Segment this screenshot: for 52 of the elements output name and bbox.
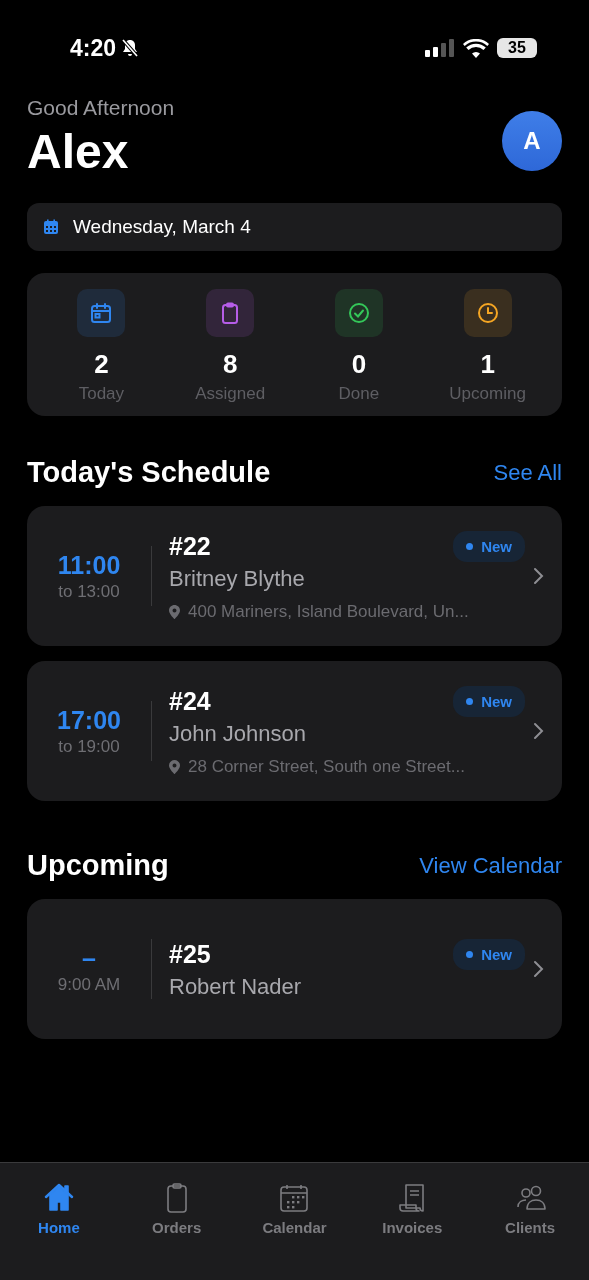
end-time: to 13:00 <box>58 581 120 602</box>
address-text: 400 Mariners, Island Boulevard, Un... <box>188 601 469 622</box>
end-time: to 19:00 <box>58 736 120 757</box>
start-time: – <box>82 943 96 973</box>
tab-item[interactable]: Home <box>0 1163 118 1280</box>
stat-label: Done <box>338 384 380 404</box>
tab-item[interactable]: Orders <box>117 1163 236 1280</box>
start-time: 17:00 <box>57 705 121 735</box>
stat-label: Today <box>78 384 125 404</box>
location-pin-icon <box>169 604 180 619</box>
client-name: Britney Blythe <box>169 565 306 592</box>
job-card[interactable]: 17:00 to 19:00 #24 New John Johnson 28 Corner Street, South one Street... <box>27 661 562 801</box>
stat-value: 2 <box>94 349 109 380</box>
section-title: Today's Schedule <box>27 456 271 489</box>
client-name: John Johnson <box>169 720 307 747</box>
stat-label: Upcoming <box>449 384 526 404</box>
calendar-icon <box>43 219 59 235</box>
see-all-link[interactable]: See All <box>493 459 562 486</box>
status-time: 4:20 <box>70 34 117 62</box>
status-badge: New <box>453 685 525 717</box>
chevron-right-icon <box>533 960 544 978</box>
stat-value: 8 <box>222 349 238 380</box>
battery-level: 35 <box>508 39 526 57</box>
job-card[interactable]: – 9:00 AM #25 New Robert Nader <box>27 899 562 1039</box>
stat-value: 0 <box>351 349 367 380</box>
tab-item[interactable]: Calendar <box>235 1163 354 1280</box>
tab-item[interactable]: Invoices <box>353 1163 472 1280</box>
stat-value: 1 <box>480 349 495 380</box>
avatar-button[interactable]: A <box>502 110 562 171</box>
user-name: Alex <box>27 124 130 179</box>
greeting-text: Good Afternoon <box>27 96 175 120</box>
location-pin-icon <box>169 759 180 774</box>
view-calendar-link[interactable]: View Calendar <box>419 852 562 879</box>
end-time: 9:00 AM <box>57 974 121 995</box>
chevron-right-icon <box>533 567 544 585</box>
bell-muted-icon <box>120 38 141 58</box>
status-badge: New <box>453 938 525 970</box>
job-card[interactable]: 11:00 to 13:00 #22 New Britney Blythe 400 Mariners, Island Boulevard, Un... <box>27 506 562 646</box>
date-text: Wednesday, March 4 <box>73 216 251 238</box>
job-number: #25 <box>169 939 211 969</box>
job-number: #22 <box>169 531 211 561</box>
stat-label: Assigned <box>195 384 266 404</box>
section-title: Upcoming <box>27 849 169 882</box>
address-text: 28 Corner Street, South one Street... <box>188 756 465 777</box>
signal-icon <box>425 39 455 57</box>
start-time: 11:00 <box>57 550 121 580</box>
job-number: #24 <box>169 686 211 716</box>
chevron-right-icon <box>533 722 544 740</box>
status-badge: New <box>453 530 525 562</box>
tab-item[interactable]: Clients <box>471 1163 589 1280</box>
client-name: Robert Nader <box>169 973 303 1000</box>
wifi-icon <box>463 38 489 58</box>
